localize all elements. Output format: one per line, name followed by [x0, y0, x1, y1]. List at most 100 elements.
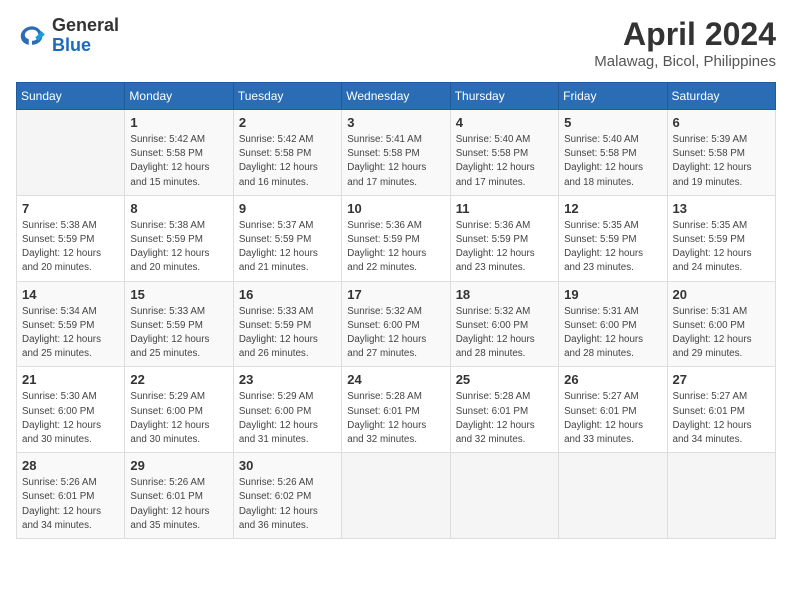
calendar-cell: 24 Sunrise: 5:28 AM Sunset: 6:01 PM Dayli… — [342, 367, 450, 453]
calendar-cell: 8 Sunrise: 5:38 AM Sunset: 5:59 PM Daylig… — [125, 195, 233, 281]
calendar-cell: 17 Sunrise: 5:32 AM Sunset: 6:00 PM Dayli… — [342, 281, 450, 367]
calendar-cell — [559, 453, 667, 539]
day-number: 27 — [673, 372, 770, 387]
calendar-cell: 12 Sunrise: 5:35 AM Sunset: 5:59 PM Dayli… — [559, 195, 667, 281]
calendar-cell: 15 Sunrise: 5:33 AM Sunset: 5:59 PM Dayli… — [125, 281, 233, 367]
weekday-header: Wednesday — [342, 83, 450, 110]
location-subtitle: Malawag, Bicol, Philippines — [594, 53, 776, 70]
calendar-cell: 20 Sunrise: 5:31 AM Sunset: 6:00 PM Dayli… — [667, 281, 775, 367]
calendar-cell: 14Sunrise: 5:34 AM Sunset: 5:59 PM Dayli… — [17, 281, 125, 367]
calendar-cell — [17, 110, 125, 196]
day-info: Sunrise: 5:35 AM Sunset: 5:59 PM Dayligh… — [673, 219, 770, 276]
day-info: Sunrise: 5:32 AM Sunset: 6:00 PM Dayligh… — [347, 305, 444, 362]
day-info: Sunrise: 5:41 AM Sunset: 5:58 PM Dayligh… — [347, 133, 444, 190]
calendar-cell: 5Sunrise: 5:40 AM Sunset: 5:58 PM Daylig… — [559, 110, 667, 196]
logo: General Blue — [16, 16, 119, 56]
day-number: 20 — [673, 287, 770, 302]
day-info: Sunrise: 5:33 AM Sunset: 5:59 PM Dayligh… — [239, 305, 336, 362]
day-info: Sunrise: 5:29 AM Sunset: 6:00 PM Dayligh… — [239, 390, 336, 447]
calendar-cell: 25 Sunrise: 5:28 AM Sunset: 6:01 PM Dayli… — [450, 367, 558, 453]
day-number: 30 — [239, 458, 336, 473]
calendar-cell: 23 Sunrise: 5:29 AM Sunset: 6:00 PM Dayli… — [233, 367, 341, 453]
day-info: Sunrise: 5:35 AM Sunset: 5:59 PM Dayligh… — [564, 219, 661, 276]
calendar-week-row: 1 Sunrise: 5:42 AM Sunset: 5:58 PM Daylig… — [17, 110, 776, 196]
day-number: 1 — [130, 115, 227, 130]
day-info: Sunrise: 5:26 AM Sunset: 6:02 PM Dayligh… — [239, 476, 336, 533]
calendar-cell: 3 Sunrise: 5:41 AM Sunset: 5:58 PM Daylig… — [342, 110, 450, 196]
day-number: 11 — [456, 201, 553, 216]
day-info: Sunrise: 5:37 AM Sunset: 5:59 PM Dayligh… — [239, 219, 336, 276]
page-header: General Blue April 2024 Malawag, Bicol, … — [16, 16, 776, 70]
day-number: 25 — [456, 372, 553, 387]
calendar-cell: 29 Sunrise: 5:26 AM Sunset: 6:01 PM Dayli… — [125, 453, 233, 539]
day-info: Sunrise: 5:28 AM Sunset: 6:01 PM Dayligh… — [347, 390, 444, 447]
day-number: 16 — [239, 287, 336, 302]
weekday-header: Saturday — [667, 83, 775, 110]
calendar-week-row: 7 Sunrise: 5:38 AM Sunset: 5:59 PM Daylig… — [17, 195, 776, 281]
day-info: Sunrise: 5:29 AM Sunset: 6:00 PM Dayligh… — [130, 390, 227, 447]
calendar-cell: 7 Sunrise: 5:38 AM Sunset: 5:59 PM Daylig… — [17, 195, 125, 281]
weekday-header: Thursday — [450, 83, 558, 110]
day-info: Sunrise: 5:40 AM Sunset: 5:58 PM Dayligh… — [564, 133, 661, 190]
day-info: Sunrise: 5:27 AM Sunset: 6:01 PM Dayligh… — [673, 390, 770, 447]
calendar-week-row: 21 Sunrise: 5:30 AM Sunset: 6:00 PM Dayli… — [17, 367, 776, 453]
day-number: 26 — [564, 372, 661, 387]
calendar-header-row: SundayMondayTuesdayWednesdayThursdayFrid… — [17, 83, 776, 110]
day-number: 6 — [673, 115, 770, 130]
logo-icon — [16, 20, 48, 52]
month-title: April 2024 — [594, 16, 776, 53]
day-info: Sunrise: 5:28 AM Sunset: 6:01 PM Dayligh… — [456, 390, 553, 447]
day-info: Sunrise: 5:31 AM Sunset: 6:00 PM Dayligh… — [673, 305, 770, 362]
day-number: 12 — [564, 201, 661, 216]
day-info: Sunrise: 5:33 AM Sunset: 5:59 PM Dayligh… — [130, 305, 227, 362]
day-number: 13 — [673, 201, 770, 216]
weekday-header: Sunday — [17, 83, 125, 110]
day-number: 14 — [22, 287, 119, 302]
weekday-header: Friday — [559, 83, 667, 110]
day-number: 29 — [130, 458, 227, 473]
day-info: Sunrise: 5:30 AM Sunset: 6:00 PM Dayligh… — [22, 390, 119, 447]
calendar-cell: 10Sunrise: 5:36 AM Sunset: 5:59 PM Dayli… — [342, 195, 450, 281]
title-area: April 2024 Malawag, Bicol, Philippines — [594, 16, 776, 70]
day-number: 3 — [347, 115, 444, 130]
calendar-cell: 13 Sunrise: 5:35 AM Sunset: 5:59 PM Dayli… — [667, 195, 775, 281]
day-number: 28 — [22, 458, 119, 473]
calendar-cell: 11 Sunrise: 5:36 AM Sunset: 5:59 PM Dayli… — [450, 195, 558, 281]
calendar-cell: 1 Sunrise: 5:42 AM Sunset: 5:58 PM Daylig… — [125, 110, 233, 196]
day-info: Sunrise: 5:26 AM Sunset: 6:01 PM Dayligh… — [130, 476, 227, 533]
day-number: 24 — [347, 372, 444, 387]
calendar-cell: 21 Sunrise: 5:30 AM Sunset: 6:00 PM Dayli… — [17, 367, 125, 453]
calendar-cell: 6Sunrise: 5:39 AM Sunset: 5:58 PM Daylig… — [667, 110, 775, 196]
calendar-cell: 2 Sunrise: 5:42 AM Sunset: 5:58 PM Daylig… — [233, 110, 341, 196]
day-info: Sunrise: 5:31 AM Sunset: 6:00 PM Dayligh… — [564, 305, 661, 362]
weekday-header: Monday — [125, 83, 233, 110]
day-info: Sunrise: 5:36 AM Sunset: 5:59 PM Dayligh… — [456, 219, 553, 276]
weekday-header: Tuesday — [233, 83, 341, 110]
day-number: 21 — [22, 372, 119, 387]
calendar-cell: 19Sunrise: 5:31 AM Sunset: 6:00 PM Dayli… — [559, 281, 667, 367]
calendar-cell: 26 Sunrise: 5:27 AM Sunset: 6:01 PM Dayli… — [559, 367, 667, 453]
day-info: Sunrise: 5:38 AM Sunset: 5:59 PM Dayligh… — [22, 219, 119, 276]
calendar-table: SundayMondayTuesdayWednesdayThursdayFrid… — [16, 82, 776, 539]
day-number: 15 — [130, 287, 227, 302]
calendar-cell: 9 Sunrise: 5:37 AM Sunset: 5:59 PM Daylig… — [233, 195, 341, 281]
day-number: 10 — [347, 201, 444, 216]
day-info: Sunrise: 5:42 AM Sunset: 5:58 PM Dayligh… — [130, 133, 227, 190]
calendar-cell — [450, 453, 558, 539]
day-info: Sunrise: 5:40 AM Sunset: 5:58 PM Dayligh… — [456, 133, 553, 190]
calendar-cell: 28Sunrise: 5:26 AM Sunset: 6:01 PM Dayli… — [17, 453, 125, 539]
day-number: 9 — [239, 201, 336, 216]
day-number: 7 — [22, 201, 119, 216]
calendar-cell: 18Sunrise: 5:32 AM Sunset: 6:00 PM Dayli… — [450, 281, 558, 367]
calendar-cell: 4Sunrise: 5:40 AM Sunset: 5:58 PM Daylig… — [450, 110, 558, 196]
day-info: Sunrise: 5:27 AM Sunset: 6:01 PM Dayligh… — [564, 390, 661, 447]
day-number: 17 — [347, 287, 444, 302]
day-info: Sunrise: 5:38 AM Sunset: 5:59 PM Dayligh… — [130, 219, 227, 276]
calendar-cell: 30 Sunrise: 5:26 AM Sunset: 6:02 PM Dayli… — [233, 453, 341, 539]
day-info: Sunrise: 5:42 AM Sunset: 5:58 PM Dayligh… — [239, 133, 336, 190]
calendar-cell: 27 Sunrise: 5:27 AM Sunset: 6:01 PM Dayli… — [667, 367, 775, 453]
day-number: 2 — [239, 115, 336, 130]
day-number: 8 — [130, 201, 227, 216]
day-number: 23 — [239, 372, 336, 387]
day-number: 22 — [130, 372, 227, 387]
